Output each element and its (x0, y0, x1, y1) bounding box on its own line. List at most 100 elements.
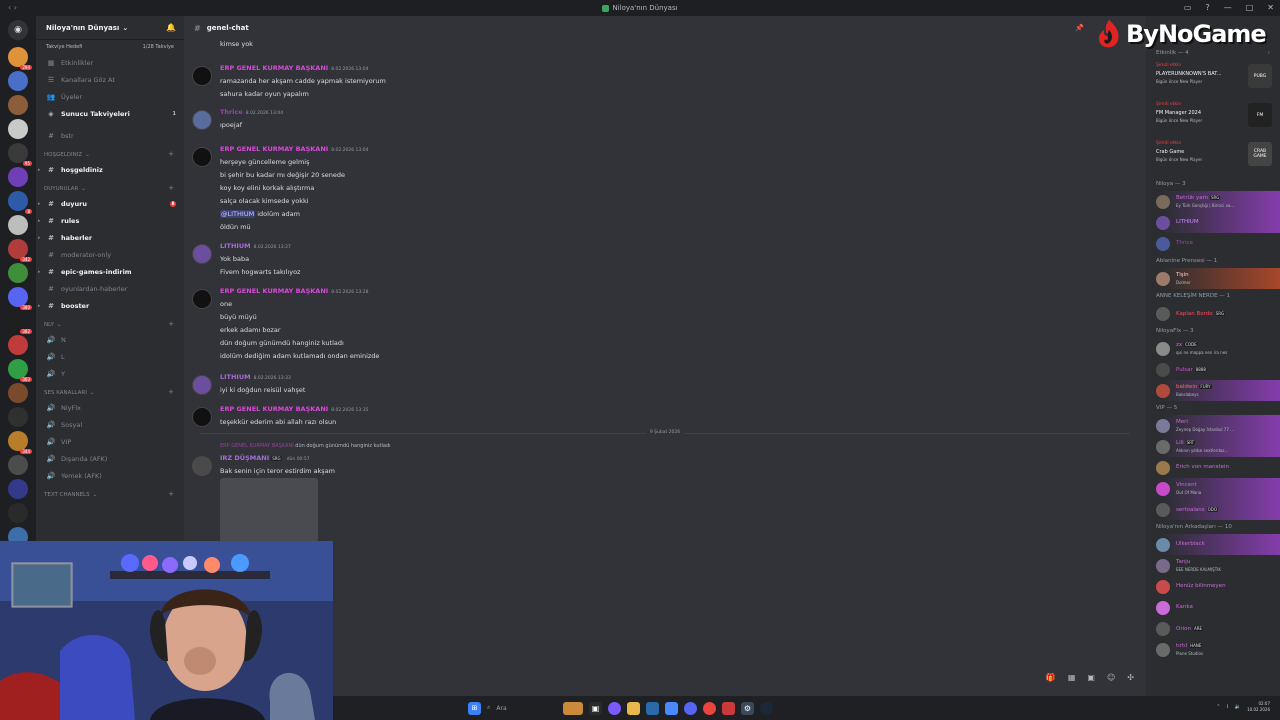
channel-item[interactable]: ▸ # booster (36, 297, 184, 314)
store-icon[interactable] (646, 701, 659, 715)
channel-item[interactable]: ▸ # hoşgeldiniz (36, 161, 184, 178)
member-item[interactable]: Ülkerblack (1156, 534, 1280, 555)
member-item[interactable]: Tişin Dolmer (1156, 268, 1280, 289)
help-icon[interactable]: ? (1205, 3, 1209, 12)
minimize-button[interactable]: — (1224, 3, 1232, 12)
channel-category[interactable]: Duyurular ⌄ + (36, 178, 184, 195)
server-icon[interactable] (8, 119, 28, 139)
chrome-icon[interactable] (703, 701, 716, 715)
channel-item[interactable]: 🔊 L (36, 348, 184, 365)
channel-item[interactable]: # oyunlardan-haberler (36, 280, 184, 297)
server-icon[interactable]: 95 (8, 143, 32, 166)
channel-item[interactable]: 🔊 Dışarıda (AFK) (36, 450, 184, 467)
server-icon[interactable]: 294 (8, 47, 32, 70)
member-item[interactable]: Pulsar 8888 (1146, 359, 1280, 380)
channel-item[interactable]: 🔊 N (36, 331, 184, 348)
direct-messages-icon[interactable]: ◉ (8, 20, 28, 40)
channel-item[interactable]: 🔊 Yemek (AFK) (36, 467, 184, 484)
game-launcher-icon[interactable] (722, 701, 735, 715)
channel-category[interactable]: Text Channels ⌄ + (36, 484, 184, 501)
add-channel-icon[interactable]: + (168, 490, 174, 498)
taskbar-search[interactable]: ⌕ Ara (487, 704, 557, 712)
inbox-icon[interactable]: ▭ (1184, 3, 1192, 12)
event-item[interactable]: Şimdi etkin FM Manager 2024 Bigün önce New… (1146, 99, 1280, 138)
bell-icon[interactable]: 🔔 (166, 23, 176, 32)
server-icon[interactable]: 8 (8, 191, 32, 214)
taskbar-clock[interactable]: 02:07 10.02.2026 (1247, 701, 1270, 713)
member-item[interactable]: Meri Zeynep Doğay İstanbul 77 ... (1156, 415, 1280, 436)
channel-item[interactable]: # bstr (36, 127, 184, 144)
reply-reference[interactable]: ERP GENEL KURMAY BAŞKANI dün doğum günüm… (220, 443, 391, 449)
widgets-icon[interactable] (563, 701, 583, 715)
avatar[interactable] (192, 375, 212, 395)
message-author[interactable]: ERP GENEL KURMAY BAŞKANI (220, 145, 328, 153)
channel-item[interactable]: 🔊 Sosyal (36, 416, 184, 433)
message-author[interactable]: ERP GENEL KURMAY BAŞKANI (220, 64, 328, 72)
copilot-icon[interactable] (608, 701, 621, 715)
member-item[interactable]: Orion ARE (1146, 618, 1280, 639)
server-header[interactable]: Niloya'nın Dünyası ⌄ 🔔 (36, 16, 184, 40)
channel-item[interactable]: ▸ # epic-games-indirim (36, 263, 184, 280)
member-item[interactable]: Tanju EEE NERDE KALMIŞTIK (1146, 555, 1280, 576)
app-icon[interactable] (665, 701, 678, 715)
volume-icon[interactable]: 🔉 (1235, 704, 1241, 710)
channel-category[interactable]: NLY ⌄ + (36, 314, 184, 331)
message-author[interactable]: ERP GENEL KURMAY BAŞKANI (220, 287, 328, 295)
server-icon[interactable] (8, 215, 28, 235)
avatar[interactable] (192, 407, 212, 427)
channel-item[interactable]: ▸ # duyuru 8 (36, 195, 184, 212)
settings-icon[interactable]: ⚙ (741, 701, 754, 715)
server-icon[interactable]: 344 (8, 431, 32, 454)
task-view-icon[interactable]: ▣ (589, 701, 602, 715)
apps-icon[interactable]: ✣ (1127, 673, 1134, 682)
member-item[interactable]: Henüz bilinmeyen (1146, 576, 1280, 597)
message-author[interactable]: IRZ DÜŞMANI (220, 454, 269, 462)
close-button[interactable]: ✕ (1267, 3, 1274, 12)
member-item[interactable]: Lili SRT Aldının yıldızı sextlerdaz... (1156, 436, 1280, 457)
member-item[interactable]: baldwin FURY Bakslaboys (1156, 380, 1280, 401)
user-mention[interactable]: @LITHIUM (220, 210, 256, 218)
chevron-up-icon[interactable]: ⌃ (1216, 704, 1220, 710)
member-item[interactable]: sertoalans ODO (1156, 499, 1280, 520)
steam-icon[interactable] (760, 701, 773, 715)
member-item[interactable]: zx CODE qui ne mappa nen ira nes (1146, 338, 1280, 359)
message-image-attachment[interactable] (220, 478, 318, 542)
sidebar-item-members[interactable]: 👥 Üyeler (36, 88, 184, 105)
message-author[interactable]: Thrice (220, 108, 243, 116)
avatar[interactable] (192, 289, 212, 309)
sidebar-item-browse[interactable]: ☰ Kanallara Göz At (36, 71, 184, 88)
sidebar-item-boost[interactable]: ◈ Sunucu Takviyeleri 1 (36, 105, 184, 122)
gift-icon[interactable]: 🎁 (1046, 673, 1056, 682)
server-icon[interactable] (8, 263, 28, 283)
server-icon[interactable] (8, 71, 28, 91)
channel-category[interactable]: Hoşgeldiniz ⌄ + (36, 144, 184, 161)
back-forward-icon[interactable]: ‹ › (8, 3, 17, 12)
channel-item[interactable]: ▸ # rules (36, 212, 184, 229)
channel-item[interactable]: ▸ # haberler (36, 229, 184, 246)
server-icon[interactable] (8, 479, 28, 499)
member-item[interactable]: tırtıl HANE Plane Studios (1146, 639, 1280, 660)
channel-item[interactable]: # moderator-only (36, 246, 184, 263)
server-icon[interactable] (8, 95, 28, 115)
pin-icon[interactable]: 📌 (1075, 24, 1084, 32)
server-icon[interactable]: 382 (8, 311, 32, 334)
member-item[interactable]: Thrice (1146, 233, 1280, 254)
member-item[interactable]: Kanka (1146, 597, 1280, 618)
server-icon[interactable] (8, 335, 28, 355)
server-icon[interactable] (8, 503, 28, 523)
server-icon[interactable] (8, 407, 28, 427)
member-item[interactable]: Betrük yam SRG Ey Türk Gençliği | Birinci … (1156, 191, 1280, 212)
message-author[interactable]: ERP GENEL KURMAY BAŞKANI (220, 405, 328, 413)
member-item[interactable]: Vincent Out Of Mana (1156, 478, 1280, 499)
server-icon[interactable] (8, 167, 28, 187)
file-explorer-icon[interactable] (627, 701, 640, 715)
gif-icon[interactable]: ▦ (1068, 673, 1076, 682)
member-item[interactable]: Kaplan Bordo SRG (1146, 303, 1280, 324)
sidebar-item-calendar[interactable]: ▦ Etkinlikler (36, 54, 184, 71)
event-item[interactable]: Şimdi etkin Crab Game Bigün önce New Playe… (1146, 138, 1280, 177)
member-item[interactable]: LITHIUM (1156, 212, 1280, 233)
avatar[interactable] (192, 456, 212, 476)
channel-item[interactable]: 🔊 NiyFlx (36, 399, 184, 416)
server-icon[interactable]: 303 (8, 359, 32, 382)
avatar[interactable] (192, 244, 212, 264)
